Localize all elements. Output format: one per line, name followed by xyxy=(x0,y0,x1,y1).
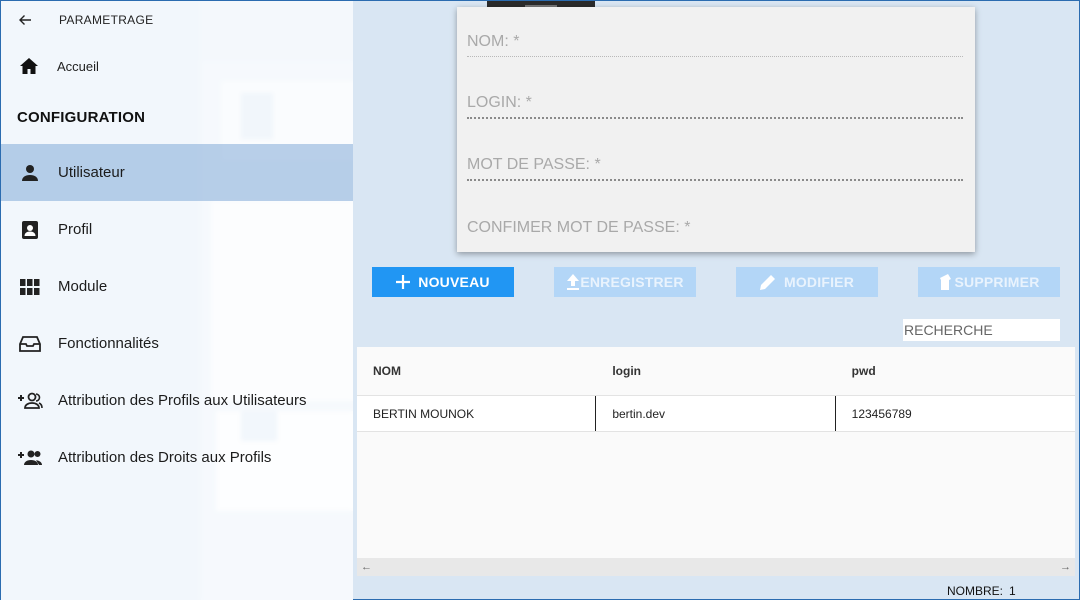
login-field-wrapper xyxy=(467,71,963,119)
nav-item-label: Module xyxy=(58,278,108,295)
table-cell[interactable]: BERTIN MOUNOK xyxy=(357,396,597,431)
password-field[interactable] xyxy=(467,133,963,179)
record-count-value: 1 xyxy=(1009,584,1016,598)
scroll-left-icon[interactable]: ← xyxy=(361,561,372,573)
drawer-header: PARAMETRAGE xyxy=(1,1,353,39)
nav-item-label: Fonctionnalités xyxy=(58,335,159,352)
table-row[interactable]: BERTIN MOUNOK bertin.dev 123456789 xyxy=(357,396,1075,432)
profile-card-icon xyxy=(21,220,38,239)
pencil-icon xyxy=(759,275,775,290)
nav-item-label: Attribution des Droits aux Profils xyxy=(58,449,272,466)
nav-item-attribution-droits[interactable]: Attribution des Droits aux Profils xyxy=(1,429,353,486)
edit-button-label: MODIFIER xyxy=(783,274,855,290)
confirm-password-field-wrapper xyxy=(467,195,963,243)
plus-icon xyxy=(396,275,411,289)
scrollbar-track[interactable] xyxy=(382,564,1050,570)
nom-field[interactable] xyxy=(467,9,963,56)
search-box xyxy=(903,319,1060,341)
add-user-group-icon xyxy=(17,392,43,409)
back-button[interactable] xyxy=(1,1,49,39)
nav-item-utilisateur[interactable]: Utilisateur xyxy=(1,144,353,201)
users-grid: NOM login pwd BERTIN MOUNOK bertin.dev 1… xyxy=(357,347,1075,576)
drawer-title: PARAMETRAGE xyxy=(59,13,154,27)
section-title: CONFIGURATION xyxy=(17,109,146,126)
delete-button[interactable]: SUPPRIMER xyxy=(918,267,1060,297)
nav-item-home[interactable]: Accueil xyxy=(1,45,353,87)
horizontal-scrollbar[interactable]: ← → xyxy=(357,558,1075,576)
nav-item-profil[interactable]: Profil xyxy=(1,201,353,258)
nav-item-label: Utilisateur xyxy=(58,164,125,181)
home-icon xyxy=(20,58,38,74)
table-cell[interactable]: bertin.dev xyxy=(596,396,836,431)
features-icon xyxy=(18,335,41,352)
add-people-icon xyxy=(17,450,42,465)
confirm-password-field[interactable] xyxy=(467,195,963,243)
nom-field-wrapper xyxy=(467,9,963,57)
column-header-pwd[interactable]: pwd xyxy=(836,347,1075,395)
save-button[interactable]: ENREGISTRER xyxy=(554,267,696,297)
password-field-wrapper xyxy=(467,133,963,181)
scroll-right-icon[interactable]: → xyxy=(1060,561,1071,573)
delete-button-label: SUPPRIMER xyxy=(954,274,1040,290)
new-button-label: NOUVEAU xyxy=(418,274,490,290)
nav-item-label: Profil xyxy=(58,221,93,238)
login-field[interactable] xyxy=(467,71,963,117)
nav-item-module[interactable]: Module xyxy=(1,258,353,315)
record-count: NOMBRE: 1 xyxy=(947,584,1022,598)
search-input[interactable] xyxy=(903,319,1060,341)
edit-button[interactable]: MODIFIER xyxy=(736,267,878,297)
nav-list: Utilisateur Profil Module Fonctionnalité… xyxy=(1,144,353,486)
grid-modules-icon xyxy=(19,278,39,295)
column-header-nom[interactable]: NOM xyxy=(357,347,596,395)
grid-header: NOM login pwd xyxy=(357,347,1075,396)
new-button[interactable]: NOUVEAU xyxy=(372,267,514,297)
nav-item-home-label: Accueil xyxy=(57,58,99,74)
save-button-label: ENREGISTRER xyxy=(580,274,684,290)
column-header-login[interactable]: login xyxy=(596,347,835,395)
eraser-icon xyxy=(940,274,952,290)
table-cell[interactable]: 123456789 xyxy=(836,396,1075,431)
user-form-card xyxy=(457,7,975,252)
navigation-drawer: PARAMETRAGE Accueil CONFIGURATION Utilis… xyxy=(1,1,353,600)
nav-item-label: Attribution des Profils aux Utilisateurs xyxy=(58,392,307,409)
nav-item-attribution-profils[interactable]: Attribution des Profils aux Utilisateurs xyxy=(1,372,353,429)
record-count-label: NOMBRE: xyxy=(947,584,1004,598)
nav-item-fonctionnalites[interactable]: Fonctionnalités xyxy=(1,315,353,372)
user-icon xyxy=(21,164,38,181)
upload-icon xyxy=(567,274,580,290)
arrow-left-icon xyxy=(19,15,31,25)
